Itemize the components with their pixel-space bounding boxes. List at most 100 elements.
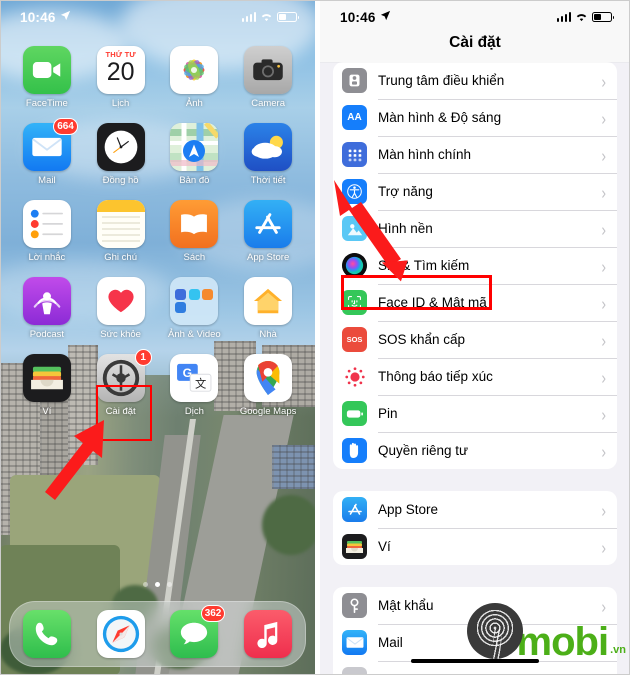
health-icon (96, 277, 145, 325)
app-label: App Store (247, 252, 290, 263)
chevron-right-icon: › (601, 366, 606, 387)
mail-icon (342, 630, 367, 655)
app-facetime[interactable]: FaceTime (10, 46, 84, 109)
app-home[interactable]: Nhà (231, 277, 305, 340)
status-left: 10:46 (20, 10, 71, 25)
home-icon (244, 277, 293, 325)
app-google-maps[interactable]: Google Maps (231, 354, 305, 417)
row-label: Thông báo tiếp xúc (378, 369, 493, 384)
dock-app-safari[interactable] (96, 610, 145, 658)
siri-icon (342, 253, 367, 278)
app-mail[interactable]: 664 Mail (10, 118, 84, 186)
location-arrow-icon (380, 9, 391, 24)
chevron-right-icon: › (601, 255, 606, 276)
camera-icon (244, 46, 293, 94)
status-right (241, 10, 300, 25)
app-label: Camera (251, 98, 286, 109)
settings-row-control-center[interactable]: Trung tâm điều khiển › (333, 62, 617, 99)
app-label: FaceTime (25, 98, 68, 109)
settings-row-wallet[interactable]: Ví › (333, 528, 617, 565)
settings-row-wallpaper[interactable]: Hình nền › (333, 210, 617, 247)
app-label: Lời nhắc (28, 252, 66, 263)
row-label: Ví (378, 539, 391, 554)
app-label: Lịch (111, 98, 130, 109)
chevron-right-icon: › (601, 329, 606, 350)
contacts-icon (342, 667, 367, 675)
exposure-notification-icon (342, 364, 367, 389)
calendar-icon: THỨ TƯ 20 (96, 46, 145, 94)
app-books[interactable]: Sách (158, 200, 232, 263)
settings-row-emergency-sos[interactable]: SOS SOS khẩn cấp › (333, 321, 617, 358)
app-label: Podcast (29, 329, 65, 340)
settings-row-face-id-passcode[interactable]: Face ID & Mật mã › (333, 284, 617, 321)
left-status-bar: 10:46 (0, 0, 315, 34)
app-health[interactable]: Sức khỏe (84, 277, 158, 340)
chevron-right-icon: › (601, 107, 606, 128)
app-label: Nhà (259, 329, 277, 340)
settings-row-accessibility[interactable]: Trợ năng › (333, 173, 617, 210)
appstore-icon (244, 200, 293, 248)
folder-icon (170, 277, 219, 325)
dock-app-music[interactable] (244, 610, 293, 658)
settings-row-home-screen[interactable]: Màn hình chính › (333, 136, 617, 173)
app-label: Mail (38, 175, 56, 186)
app-label: Google Maps (239, 406, 297, 417)
app-folder-anh-video[interactable]: Ảnh & Video (158, 277, 232, 340)
settings-row-siri-search[interactable]: Siri & Tìm kiếm › (333, 247, 617, 284)
row-label: Trợ năng (378, 184, 433, 199)
watermark-logo-icon (466, 603, 523, 659)
dock-app-messages[interactable]: 362 (170, 605, 226, 658)
settings-row-privacy[interactable]: Quyền riêng tư › (333, 432, 617, 469)
svg-text:文: 文 (195, 376, 206, 390)
settings-row-exposure-notifications[interactable]: Thông báo tiếp xúc › (333, 358, 617, 395)
wallet-icon (342, 534, 367, 559)
app-calendar[interactable]: THỨ TƯ 20 Lịch (84, 46, 158, 109)
app-notes[interactable]: Ghi chú (84, 200, 158, 263)
wifi-icon (260, 10, 273, 25)
app-reminders[interactable]: Lời nhắc (10, 200, 84, 263)
page-dot-active[interactable] (155, 582, 160, 587)
row-label: Trung tâm điều khiển (378, 73, 505, 88)
passwords-key-icon (342, 593, 367, 618)
app-label: Ảnh (185, 98, 203, 109)
settings-scroll-area[interactable]: Trung tâm điều khiển › AA Màn hình & Độ … (320, 0, 630, 675)
app-appstore[interactable]: App Store (231, 200, 305, 263)
notes-icon (96, 200, 145, 248)
cellular-bars-icon (556, 12, 571, 22)
row-label: Pin (378, 406, 398, 421)
display-brightness-icon: AA (342, 105, 367, 130)
app-wallet[interactable]: Ví (10, 354, 84, 417)
app-label: Ghi chú (104, 252, 137, 263)
app-weather[interactable]: Thời tiết (231, 123, 305, 186)
app-label: Bản đồ (179, 175, 210, 186)
app-maps[interactable]: Bản đồ (158, 123, 232, 186)
app-clock[interactable]: Đồng hồ (84, 123, 158, 186)
watermark-tld: .vn (610, 644, 626, 656)
facetime-icon (22, 46, 71, 94)
dock-app-phone[interactable] (22, 610, 71, 658)
app-grid: FaceTime THỨ TƯ 20 Lịch Ảnh Camera 664 M… (0, 46, 315, 417)
settings-row-app-store[interactable]: App Store › (333, 491, 617, 528)
settings-row-battery[interactable]: Pin › (333, 395, 617, 432)
page-indicator-dots (0, 582, 315, 587)
badge-count: 1 (134, 349, 152, 366)
row-label: SOS khẩn cấp (378, 332, 466, 347)
app-photos[interactable]: Ảnh (158, 46, 232, 109)
settings-row-display-brightness[interactable]: AA Màn hình & Độ sáng › (333, 99, 617, 136)
location-arrow-icon (60, 9, 71, 24)
app-podcasts[interactable]: Podcast (10, 277, 84, 340)
app-translate[interactable]: G 文 Dịch (158, 354, 232, 417)
cellular-bars-icon (241, 12, 256, 22)
row-label: Hình nền (378, 221, 433, 236)
folder-mini-icon (188, 288, 200, 300)
chevron-right-icon: › (601, 292, 606, 313)
app-label: Sách (183, 252, 206, 263)
app-camera[interactable]: Camera (231, 46, 305, 109)
battery-icon (592, 12, 615, 22)
page-dot[interactable] (143, 582, 148, 587)
right-phone-settings-screen: Trung tâm điều khiển › AA Màn hình & Độ … (320, 0, 630, 675)
status-right (556, 10, 615, 25)
page-dot[interactable] (167, 582, 172, 587)
clock-time: 10:46 (340, 9, 376, 25)
privacy-hand-icon (342, 438, 367, 463)
